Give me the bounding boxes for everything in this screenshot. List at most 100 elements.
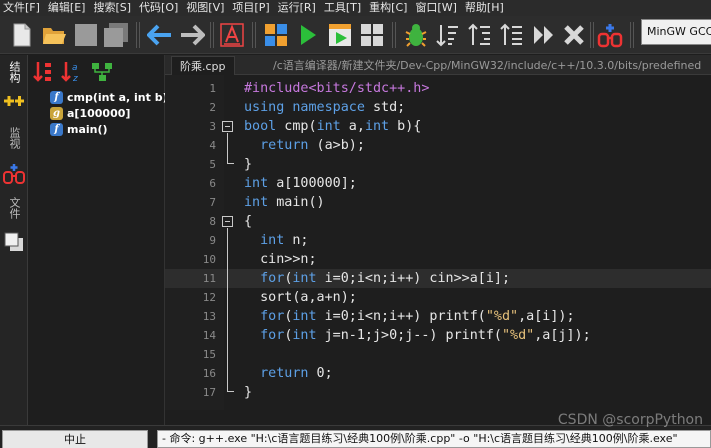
- fold-line: [227, 133, 228, 155]
- compile-log-bar: 中止 - 命令: g++.exe "H:\c语言题目练习\经典100例\阶乘.c…: [0, 425, 711, 448]
- code-text: cin>>n;: [244, 252, 317, 267]
- code-line[interactable]: 16 return 0;: [165, 364, 711, 383]
- tree-item[interactable]: f cmp(int a, int b): [50, 89, 168, 105]
- new-file-icon[interactable]: [8, 20, 36, 50]
- debug-icon[interactable]: [402, 20, 430, 50]
- toolbar-separator: [136, 22, 140, 48]
- code-text: for(int i=0;i<n;i++) printf("%d",a[i]);: [260, 309, 575, 324]
- tab-watch[interactable]: 监视: [0, 127, 28, 149]
- code-text: using namespace std;: [244, 100, 406, 115]
- code-line[interactable]: 15: [165, 345, 711, 364]
- code-line[interactable]: 10 cin>>n;: [165, 250, 711, 269]
- step-icon[interactable]: [530, 20, 558, 50]
- stop-icon[interactable]: [560, 20, 588, 50]
- sort-indent-icon[interactable]: [466, 20, 494, 50]
- back-icon[interactable]: [146, 20, 174, 50]
- line-number: 5: [209, 158, 216, 171]
- code-line[interactable]: 17}: [165, 383, 711, 402]
- sort-asc-icon[interactable]: [434, 20, 462, 50]
- fold-toggle-icon[interactable]: [222, 121, 233, 132]
- menu-bar: 文件[F] 编辑[E] 搜索[S] 代码[O] 视图[V] 项目[P] 运行[R] 工具[T]…: [0, 0, 711, 16]
- code-line[interactable]: 5}: [165, 155, 711, 174]
- file-path: /c语言编译器/新建文件夹/Dev-Cpp/MinGW32/include/c+…: [273, 59, 702, 72]
- text-format-icon[interactable]: [218, 20, 246, 50]
- code-text: bool cmp(int a,int b){: [244, 119, 422, 134]
- line-number: 15: [202, 348, 216, 361]
- code-line[interactable]: 12 sort(a,a+n);: [165, 288, 711, 307]
- code-line[interactable]: 8{: [165, 212, 711, 231]
- fold-toggle-icon[interactable]: [222, 216, 233, 227]
- add-watch-icon[interactable]: [0, 93, 28, 109]
- line-number: 3: [209, 120, 216, 133]
- line-number: 14: [202, 329, 216, 342]
- line-number: 1: [209, 82, 216, 95]
- code-text: for(int i=0;i<n;i++) cin>>a[i];: [260, 271, 511, 286]
- menu-item[interactable]: 文件[F]: [0, 0, 44, 16]
- tab-files-label: 文件: [8, 197, 21, 219]
- menu-item[interactable]: 项目[P]: [228, 0, 273, 16]
- tree-item[interactable]: f main(): [50, 121, 168, 137]
- code-line[interactable]: 2 using namespace std;: [165, 98, 711, 117]
- sort-alphabetically-icon[interactable]: az: [60, 59, 84, 85]
- tab-structure[interactable]: 结构: [0, 61, 28, 83]
- code-line[interactable]: 11 for(int i=0;i<n;i++) cin>>a[i];: [165, 269, 711, 288]
- line-number: 12: [202, 291, 216, 304]
- debug-goggles-icon[interactable]: [0, 163, 28, 185]
- menu-item[interactable]: 重构[C]: [365, 0, 411, 16]
- fold-end: [227, 155, 234, 164]
- grid-icon[interactable]: [262, 20, 290, 50]
- code-text: return 0;: [260, 366, 333, 381]
- copy-icon[interactable]: [0, 231, 28, 253]
- code-editor[interactable]: 1 #include<bits/stdc++.h> 2 using namespace…: [165, 75, 711, 410]
- code-line[interactable]: 7 int main(): [165, 193, 711, 212]
- code-line[interactable]: 1 #include<bits/stdc++.h>: [165, 79, 711, 98]
- toolbar-separator: [590, 22, 594, 48]
- open-folder-icon[interactable]: [40, 20, 68, 50]
- line-number: 11: [202, 272, 216, 285]
- editor-tab-bar: 阶乘.cpp /c语言编译器/新建文件夹/Dev-Cpp/MinGW32/inc…: [165, 55, 711, 75]
- code-line[interactable]: 13 for(int i=0;i<n;i++) printf("%d",a[i]…: [165, 307, 711, 326]
- code-line[interactable]: 3 bool cmp(int a,int b){: [165, 117, 711, 136]
- line-number: 17: [202, 386, 216, 399]
- line-number: 9: [209, 234, 216, 247]
- menu-item[interactable]: 工具[T]: [320, 0, 365, 16]
- show-inherited-icon[interactable]: [90, 59, 114, 85]
- run-icon[interactable]: [294, 20, 322, 50]
- menu-item[interactable]: 帮助[H]: [461, 0, 508, 16]
- save-icon[interactable]: [72, 20, 100, 50]
- forward-icon[interactable]: [178, 20, 206, 50]
- tree-item[interactable]: g a[100000]: [50, 105, 168, 121]
- line-number: 2: [209, 101, 216, 114]
- tree-item-label: main(): [67, 122, 108, 136]
- line-number: 16: [202, 367, 216, 380]
- sort-by-type-icon[interactable]: [32, 59, 56, 85]
- toolbar-separator: [630, 22, 634, 48]
- toolbar: [0, 16, 711, 54]
- compiler-select[interactable]: MinGW GCC: [641, 19, 711, 45]
- tab-files[interactable]: 文件: [0, 197, 28, 219]
- compile-run-icon[interactable]: [326, 20, 354, 50]
- menu-item[interactable]: 代码[O]: [135, 0, 182, 16]
- tab-active-file[interactable]: 阶乘.cpp: [171, 56, 235, 75]
- abort-button[interactable]: 中止: [2, 430, 148, 448]
- layout-icon[interactable]: [358, 20, 386, 50]
- code-line[interactable]: 6 int a[100000];: [165, 174, 711, 193]
- sort-desc-icon[interactable]: [498, 20, 526, 50]
- menu-item[interactable]: 搜索[S]: [89, 0, 135, 16]
- tree-item-label: a[100000]: [67, 106, 131, 120]
- code-line[interactable]: 9 int n;: [165, 231, 711, 250]
- menu-item[interactable]: 编辑[E]: [44, 0, 90, 16]
- menu-item[interactable]: 运行[R]: [274, 0, 320, 16]
- tab-structure-label: 结构: [8, 61, 21, 83]
- function-icon: f: [50, 122, 63, 136]
- menu-item[interactable]: 视图[V]: [182, 0, 228, 16]
- goggles-icon[interactable]: [596, 20, 624, 50]
- code-text: sort(a,a+n);: [244, 290, 357, 305]
- toolbar-separator: [392, 22, 396, 48]
- save-all-icon[interactable]: [102, 20, 130, 50]
- menu-item[interactable]: 窗口[W]: [411, 0, 460, 16]
- code-line[interactable]: 4 return (a>b);: [165, 136, 711, 155]
- code-text: #include<bits/stdc++.h>: [244, 81, 430, 96]
- side-tab-strip: 结构 监视 文件: [0, 55, 28, 425]
- code-line[interactable]: 14 for(int j=n-1;j>0;j--) printf("%d",a[…: [165, 326, 711, 345]
